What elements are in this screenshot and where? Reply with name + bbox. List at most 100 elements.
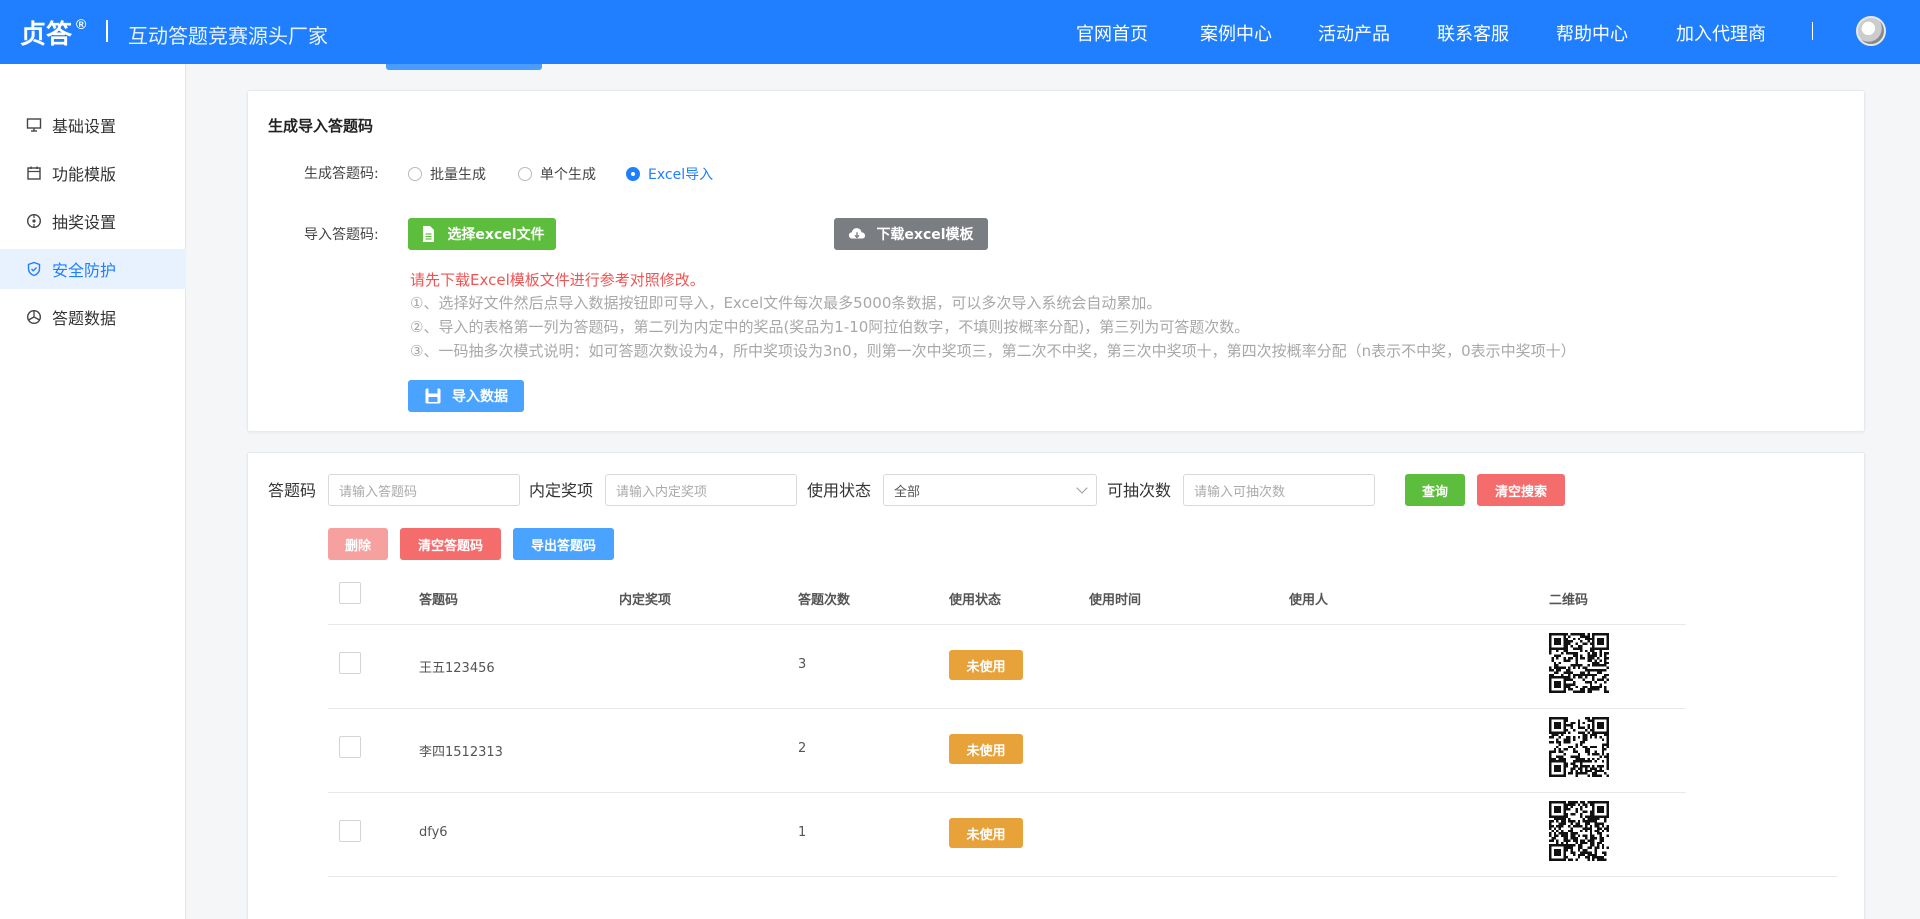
sidebar-item-lottery[interactable]: 抽奖设置 <box>0 201 186 241</box>
import-data-button[interactable]: 导入数据 <box>408 380 524 412</box>
radio-batch[interactable]: 批量生成 <box>408 164 486 184</box>
select-all-checkbox[interactable] <box>339 582 361 604</box>
nav-help[interactable]: 帮助中心 <box>1556 20 1628 46</box>
slogan: 互动答题竞赛源头厂家 <box>128 24 328 48</box>
button-label: 清空答题码 <box>417 538 483 554</box>
status-select[interactable]: 全部 <box>883 474 1097 506</box>
prize-search-input[interactable]: 请输入内定奖项 <box>605 474 797 506</box>
row-divider <box>328 876 1837 877</box>
row-divider <box>328 708 1686 709</box>
column-header-count: 答题次数 <box>798 593 851 608</box>
gift-icon <box>26 213 42 229</box>
column-header-prize: 内定奖项 <box>619 593 672 608</box>
nav-products[interactable]: 活动产品 <box>1318 20 1390 46</box>
column-header-qrcode: 二维码 <box>1549 593 1589 608</box>
row-code: dfy6 <box>419 825 448 840</box>
sidebar-item-label: 抽奖设置 <box>52 213 117 232</box>
button-label: 清空搜索 <box>1494 484 1547 500</box>
tip-line-3: ③、一码抽多次模式说明：如可答题次数设为4，所中奖项设为3n0，则第一次中奖项三… <box>410 342 1576 360</box>
code-search-label: 答题码 <box>268 481 317 500</box>
template-tip: 请先下载Excel模板文件进行参考对照修改。 <box>410 271 705 289</box>
draws-search-label: 可抽次数 <box>1107 481 1172 500</box>
top-tab-stub <box>386 64 542 70</box>
button-label: 选择excel文件 <box>447 227 545 243</box>
column-header-user: 使用人 <box>1289 593 1329 608</box>
row-divider <box>328 624 1686 625</box>
logo[interactable]: 贞答 ® <box>20 14 86 51</box>
radio-dot <box>518 167 532 181</box>
sidebar-item-security[interactable]: 安全防护 <box>0 249 186 289</box>
row-divider <box>328 792 1686 793</box>
chevron-down-icon <box>1076 482 1088 494</box>
nav-agent[interactable]: 加入代理商 <box>1676 20 1766 46</box>
placeholder: 请输入内定奖项 <box>616 484 708 500</box>
button-label: 查询 <box>1421 484 1448 500</box>
button-label: 导出答题码 <box>530 538 596 554</box>
status-badge: 未使用 <box>949 734 1023 764</box>
generate-label: 生成答题码: <box>304 166 379 182</box>
sidebar-item-data[interactable]: 答题数据 <box>0 297 186 337</box>
qr-code-icon[interactable] <box>1549 717 1609 777</box>
nav-cases[interactable]: 案例中心 <box>1200 20 1272 46</box>
qr-code-icon[interactable] <box>1549 801 1609 861</box>
header-divider <box>106 20 108 42</box>
save-icon <box>425 388 441 404</box>
row-checkbox[interactable] <box>339 820 361 842</box>
sidebar-item-label: 答题数据 <box>52 309 117 328</box>
sidebar-item-label: 基础设置 <box>52 117 117 136</box>
nav-separator <box>1812 22 1813 40</box>
chart-icon <box>26 309 42 325</box>
button-label: 导入数据 <box>452 389 508 405</box>
clear-codes-button[interactable]: 清空答题码 <box>400 528 501 560</box>
code-search-input[interactable]: 请输入答题码 <box>328 474 520 506</box>
radio-dot <box>408 167 422 181</box>
tip-line-2: ②、导入的表格第一列为答题码，第二列为内定中的奖品(奖品为1-10阿拉伯数字，不… <box>410 318 1250 336</box>
radio-excel[interactable]: Excel导入 <box>626 164 713 184</box>
shield-icon <box>26 261 42 277</box>
list-card: 答题码 请输入答题码 内定奖项 请输入内定奖项 使用状态 全部 可抽次数 请输入… <box>247 452 1865 919</box>
radio-label: 批量生成 <box>430 167 486 183</box>
select-file-button[interactable]: 选择excel文件 <box>408 218 556 250</box>
placeholder: 请输入答题码 <box>339 484 418 500</box>
clear-search-button[interactable]: 清空搜索 <box>1477 474 1565 506</box>
status-badge: 未使用 <box>949 818 1023 848</box>
qr-code-icon[interactable] <box>1549 633 1609 693</box>
card-title: 生成导入答题码 <box>268 117 374 135</box>
export-codes-button[interactable]: 导出答题码 <box>513 528 614 560</box>
draws-search-input[interactable]: 请输入可抽次数 <box>1183 474 1375 506</box>
radio-single[interactable]: 单个生成 <box>518 164 596 184</box>
calendar-icon <box>26 165 42 181</box>
column-header-status: 使用状态 <box>949 593 1002 608</box>
row-count: 3 <box>798 657 807 672</box>
row-code: 李四1512313 <box>419 745 503 760</box>
status-badge: 未使用 <box>949 650 1023 680</box>
sidebar-item-label: 功能模版 <box>52 165 117 184</box>
download-template-button[interactable]: 下载excel模板 <box>834 218 988 250</box>
radio-label: Excel导入 <box>648 167 714 183</box>
row-count: 1 <box>798 825 807 840</box>
row-checkbox[interactable] <box>339 736 361 758</box>
avatar[interactable] <box>1856 16 1886 46</box>
sidebar-item-basic[interactable]: 基础设置 <box>0 105 186 145</box>
import-card: 生成导入答题码 生成答题码: 批量生成 单个生成 Excel导入 导入答题码: … <box>247 90 1865 432</box>
radio-dot <box>626 167 640 181</box>
file-icon <box>423 226 435 242</box>
query-button[interactable]: 查询 <box>1405 474 1465 506</box>
nav-home[interactable]: 官网首页 <box>1076 20 1148 46</box>
column-header-time: 使用时间 <box>1089 593 1142 608</box>
logo-text: 贞答 <box>20 19 73 49</box>
button-label: 下载excel模板 <box>876 227 974 243</box>
import-label: 导入答题码: <box>304 227 379 243</box>
tip-line-1: ①、选择好文件然后点导入数据按钮即可导入，Excel文件每次最多5000条数据，… <box>410 294 1162 312</box>
monitor-icon <box>26 117 42 133</box>
sidebar-item-templates[interactable]: 功能模版 <box>0 153 186 193</box>
sidebar: 基础设置 功能模版 抽奖设置 安全防护 答题数据 <box>0 64 186 919</box>
prize-search-label: 内定奖项 <box>529 481 594 500</box>
nav-support[interactable]: 联系客服 <box>1437 20 1509 46</box>
placeholder: 请输入可抽次数 <box>1194 484 1286 500</box>
column-header-code: 答题码 <box>419 593 459 608</box>
row-checkbox[interactable] <box>339 652 361 674</box>
radio-label: 单个生成 <box>540 167 596 183</box>
delete-button[interactable]: 删除 <box>328 528 388 560</box>
select-value: 全部 <box>894 484 921 500</box>
